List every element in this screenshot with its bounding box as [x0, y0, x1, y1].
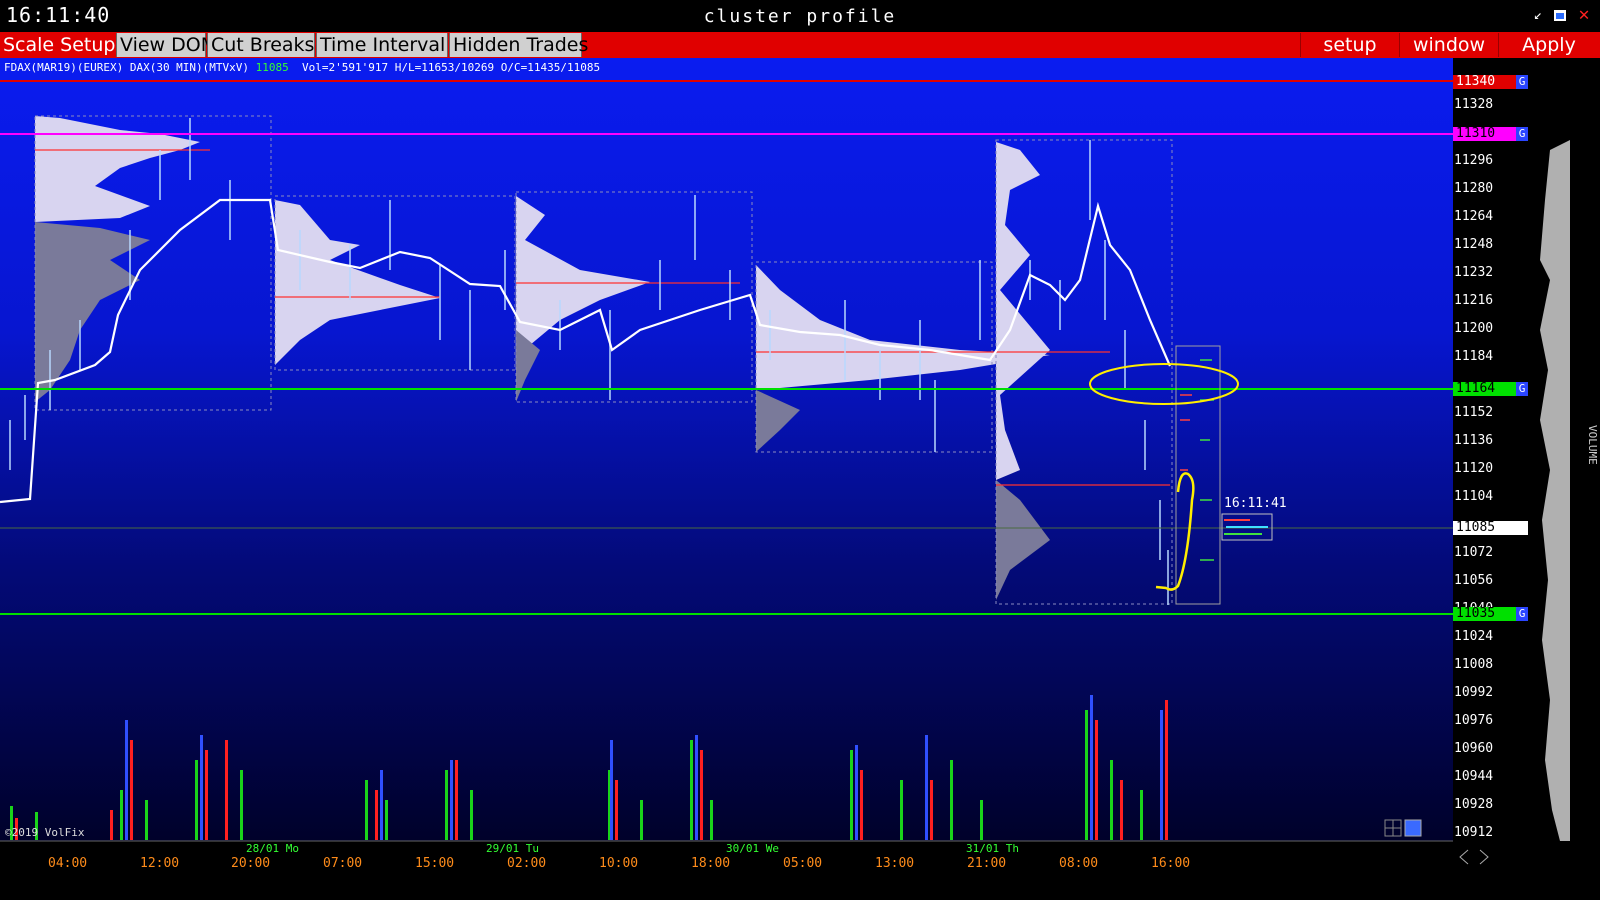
price-tick: 11008: [1454, 657, 1494, 672]
price-tick: 10976: [1454, 713, 1494, 728]
ruler-icon: [1404, 819, 1422, 837]
time-tick: 04:00: [48, 856, 88, 871]
price-tick: 11152: [1454, 405, 1494, 420]
price-tick: 11120: [1454, 461, 1494, 476]
date-tick: 29/01 Tu: [486, 842, 539, 855]
menu-cut-breaks[interactable]: Cut Breaks: [207, 33, 315, 57]
level-tag-g[interactable]: G: [1516, 127, 1528, 141]
chart-canvas[interactable]: [0, 58, 1600, 900]
level-tag-g[interactable]: G: [1516, 607, 1528, 621]
price-tick: 10944: [1454, 769, 1494, 784]
time-tick: 12:00: [140, 856, 180, 871]
date-tick: 31/01 Th: [966, 842, 1019, 855]
price-tick: 10992: [1454, 685, 1494, 700]
time-tick: 10:00: [599, 856, 639, 871]
window-title: cluster profile: [703, 6, 897, 27]
title-bar: 16:11:40 cluster profile ↙ ✕: [0, 0, 1600, 32]
copyright-text: ©2019 VolFix: [5, 826, 85, 839]
time-tick: 02:00: [507, 856, 547, 871]
price-tick: 11072: [1454, 545, 1494, 560]
time-tick: 21:00: [967, 856, 1007, 871]
price-tick: 11248: [1454, 237, 1494, 252]
time-tick: 08:00: [1059, 856, 1099, 871]
last-price-readout: 11085: [255, 61, 289, 74]
cursor-time-readout: 16:11:41: [1224, 496, 1287, 511]
info-bar: FDAX(MAR19)(EUREX) DAX(30 MIN)(MTVxV) 11…: [4, 61, 600, 74]
level-tag-g[interactable]: G: [1516, 382, 1528, 396]
price-tick: 11232: [1454, 265, 1494, 280]
volume-axis-label: VOLUME: [1586, 425, 1599, 465]
price-tick: 10912: [1454, 825, 1494, 840]
stats-readout: Vol=2'591'917 H/L=11653/10269 O/C=11435/…: [302, 61, 601, 74]
price-tick: 11104: [1454, 489, 1494, 504]
menu-time-interval[interactable]: Time Interval: [316, 33, 448, 57]
price-tick: 10928: [1454, 797, 1494, 812]
date-tick: 28/01 Mo: [246, 842, 299, 855]
price-tick: 11296: [1454, 153, 1494, 168]
level-tag-11164[interactable]: 11164: [1453, 382, 1520, 396]
price-tick: 11024: [1454, 629, 1494, 644]
time-tick: 07:00: [323, 856, 363, 871]
chart-background: [0, 58, 1453, 841]
time-tick: 16:00: [1151, 856, 1191, 871]
time-tick: 20:00: [231, 856, 271, 871]
price-tick: 11328: [1454, 97, 1494, 112]
price-tick: 11264: [1454, 209, 1494, 224]
time-tick: 18:00: [691, 856, 731, 871]
restore-icon[interactable]: [1553, 8, 1567, 22]
date-tick: 30/01 We: [726, 842, 779, 855]
level-tag-11340[interactable]: 11340: [1453, 75, 1520, 89]
last-price-tag: 11085: [1453, 521, 1528, 535]
menu-view-dom[interactable]: View DOM: [116, 33, 217, 57]
window-button[interactable]: window: [1399, 33, 1498, 57]
menu-scale-setup[interactable]: Scale Setup: [0, 33, 115, 57]
price-tick: 11056: [1454, 573, 1494, 588]
time-tick: 05:00: [783, 856, 823, 871]
price-tick: 11280: [1454, 181, 1494, 196]
level-tag-11035[interactable]: 11035: [1453, 607, 1520, 621]
menu-hidden-trades[interactable]: Hidden Trades: [449, 33, 588, 57]
price-tick: 10960: [1454, 741, 1494, 756]
menu-bar: Scale Setup View DOM Cut Breaks Time Int…: [0, 32, 1600, 58]
price-tick: 11136: [1454, 433, 1494, 448]
symbol-label: FDAX(MAR19)(EUREX) DAX(30 MIN)(MTVxV): [4, 61, 250, 74]
close-icon[interactable]: ✕: [1577, 6, 1591, 24]
minimize-icon[interactable]: ↙: [1531, 8, 1545, 22]
setup-button[interactable]: setup: [1300, 33, 1399, 57]
price-tick: 11184: [1454, 349, 1494, 364]
time-tick: 15:00: [415, 856, 455, 871]
price-tick: 11200: [1454, 321, 1494, 336]
time-tick: 13:00: [875, 856, 915, 871]
level-tag-g[interactable]: G: [1516, 75, 1528, 89]
level-tag-11310[interactable]: 11310: [1453, 127, 1520, 141]
apply-button[interactable]: Apply: [1498, 33, 1599, 57]
price-tick: 11216: [1454, 293, 1494, 308]
